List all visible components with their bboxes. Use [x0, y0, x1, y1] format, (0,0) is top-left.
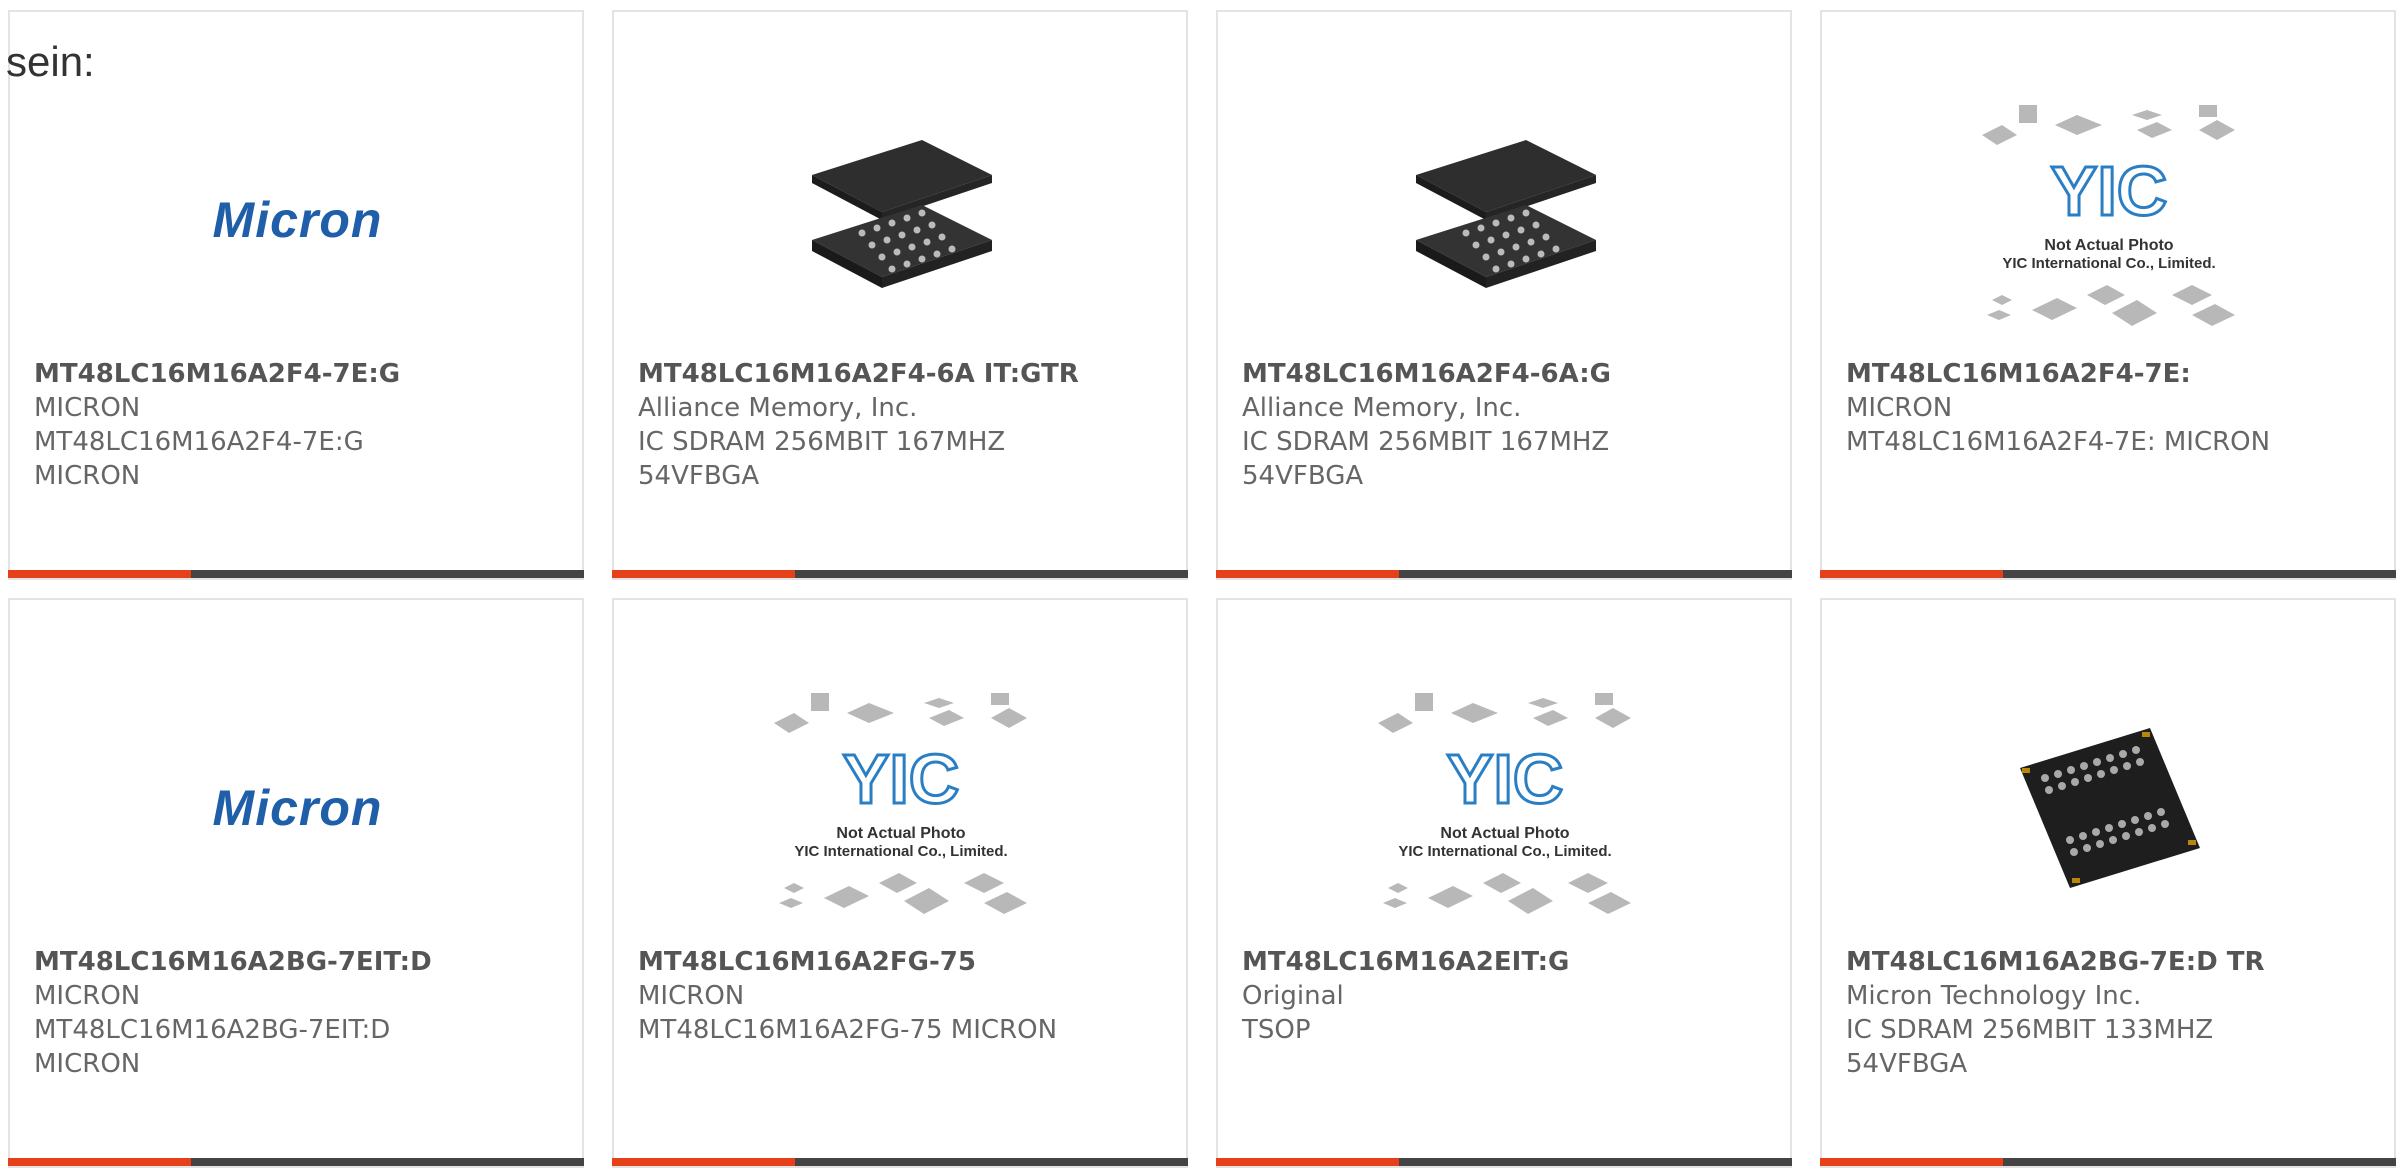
svg-text:YIC: YIC: [843, 740, 960, 818]
product-card[interactable]: MT48LC16M16A2F4-6A:G Alliance Memory, In…: [1216, 10, 1792, 580]
micron-logo-image: Micron: [165, 680, 430, 935]
product-card[interactable]: YIC Not Actual Photo YIC International C…: [612, 598, 1188, 1168]
product-description: MT48LC16M16A2F4-7E: MICRON: [1846, 427, 2271, 457]
card-accent-bar: [1820, 570, 2396, 578]
product-manufacturer: MICRON: [34, 393, 141, 423]
micron-logo-image: Micron: [165, 92, 430, 347]
yic-placeholder-image: YIC Not Actual Photo YIC International C…: [1373, 680, 1638, 935]
card-accent-bar: [612, 570, 1188, 578]
micron-logo-text: Micron: [212, 191, 383, 248]
product-manufacturer: Alliance Memory, Inc.: [638, 393, 918, 423]
card-accent-bar: [8, 570, 584, 578]
product-card[interactable]: Micron MT48LC16M16A2BG-7EIT:D MICRON MT4…: [8, 598, 584, 1168]
yic-placeholder-image: YIC Not Actual Photo YIC International C…: [1977, 92, 2242, 347]
product-part-number[interactable]: MT48LC16M16A2F4-6A IT:GTR: [638, 357, 1170, 391]
svg-text:YIC: YIC: [1447, 740, 1564, 818]
product-part-number[interactable]: MT48LC16M16A2F4-6A:G: [1242, 357, 1774, 391]
yic-placeholder-image: YIC Not Actual Photo YIC International C…: [769, 680, 1034, 935]
product-part-number[interactable]: MT48LC16M16A2F4-7E:: [1846, 357, 2378, 391]
section-heading: sein:: [6, 38, 95, 85]
card-accent-bar: [612, 1158, 1188, 1166]
placeholder-caption: Not Actual Photo: [2044, 237, 2173, 254]
placeholder-caption: Not Actual Photo: [1440, 825, 1569, 842]
product-card[interactable]: YIC Not Actual Photo YIC International C…: [1820, 10, 2396, 580]
bga-chip-image: [769, 92, 1034, 347]
card-accent-bar: [1216, 570, 1792, 578]
product-manufacturer: Micron Technology Inc.: [1846, 981, 2142, 1011]
product-description: 54VFBGA: [1846, 1049, 1968, 1079]
product-card[interactable]: YIC Not Actual Photo YIC International C…: [1216, 598, 1792, 1168]
product-description: 54VFBGA: [1242, 461, 1364, 491]
product-description: MT48LC16M16A2F4-7E:G: [34, 427, 364, 457]
product-manufacturer: Alliance Memory, Inc.: [1242, 393, 1522, 423]
card-accent-bar: [1216, 1158, 1792, 1166]
placeholder-caption: YIC International Co., Limited.: [1398, 843, 1611, 860]
product-part-number[interactable]: MT48LC16M16A2FG-75: [638, 945, 1170, 979]
card-accent-bar: [1820, 1158, 2396, 1166]
card-accent-bar: [8, 1158, 584, 1166]
product-card[interactable]: MT48LC16M16A2BG-7E:D TR Micron Technolog…: [1820, 598, 2396, 1168]
bga-chip-top-image: [1977, 680, 2242, 935]
product-part-number[interactable]: MT48LC16M16A2BG-7E:D TR: [1846, 945, 2378, 979]
product-manufacturer: MICRON: [1846, 393, 1953, 423]
micron-logo-text: Micron: [212, 779, 383, 836]
product-description: MICRON: [34, 1049, 141, 1079]
placeholder-caption: YIC International Co., Limited.: [794, 843, 1007, 860]
product-part-number[interactable]: MT48LC16M16A2F4-7E:G: [34, 357, 566, 391]
product-description: MICRON: [34, 461, 141, 491]
placeholder-caption: YIC International Co., Limited.: [2002, 255, 2215, 272]
product-card[interactable]: MT48LC16M16A2F4-6A IT:GTR Alliance Memor…: [612, 10, 1188, 580]
placeholder-caption: Not Actual Photo: [836, 825, 965, 842]
product-description: IC SDRAM 256MBIT 167MHZ: [1242, 427, 1610, 457]
product-manufacturer: MICRON: [34, 981, 141, 1011]
product-part-number[interactable]: MT48LC16M16A2EIT:G: [1242, 945, 1774, 979]
product-description: IC SDRAM 256MBIT 167MHZ: [638, 427, 1006, 457]
product-description: TSOP: [1242, 1015, 1311, 1045]
product-card[interactable]: Micron MT48LC16M16A2F4-7E:G MICRON MT48L…: [8, 10, 584, 580]
bga-chip-image: [1373, 92, 1638, 347]
product-description: MT48LC16M16A2FG-75 MICRON: [638, 1015, 1058, 1045]
product-description: 54VFBGA: [638, 461, 760, 491]
svg-text:YIC: YIC: [2051, 152, 2168, 230]
product-description: MT48LC16M16A2BG-7EIT:D: [34, 1015, 391, 1045]
product-manufacturer: Original: [1242, 981, 1344, 1011]
product-manufacturer: MICRON: [638, 981, 745, 1011]
product-description: IC SDRAM 256MBIT 133MHZ: [1846, 1015, 2214, 1045]
product-part-number[interactable]: MT48LC16M16A2BG-7EIT:D: [34, 945, 566, 979]
product-grid: Micron MT48LC16M16A2F4-7E:G MICRON MT48L…: [0, 0, 2400, 1168]
